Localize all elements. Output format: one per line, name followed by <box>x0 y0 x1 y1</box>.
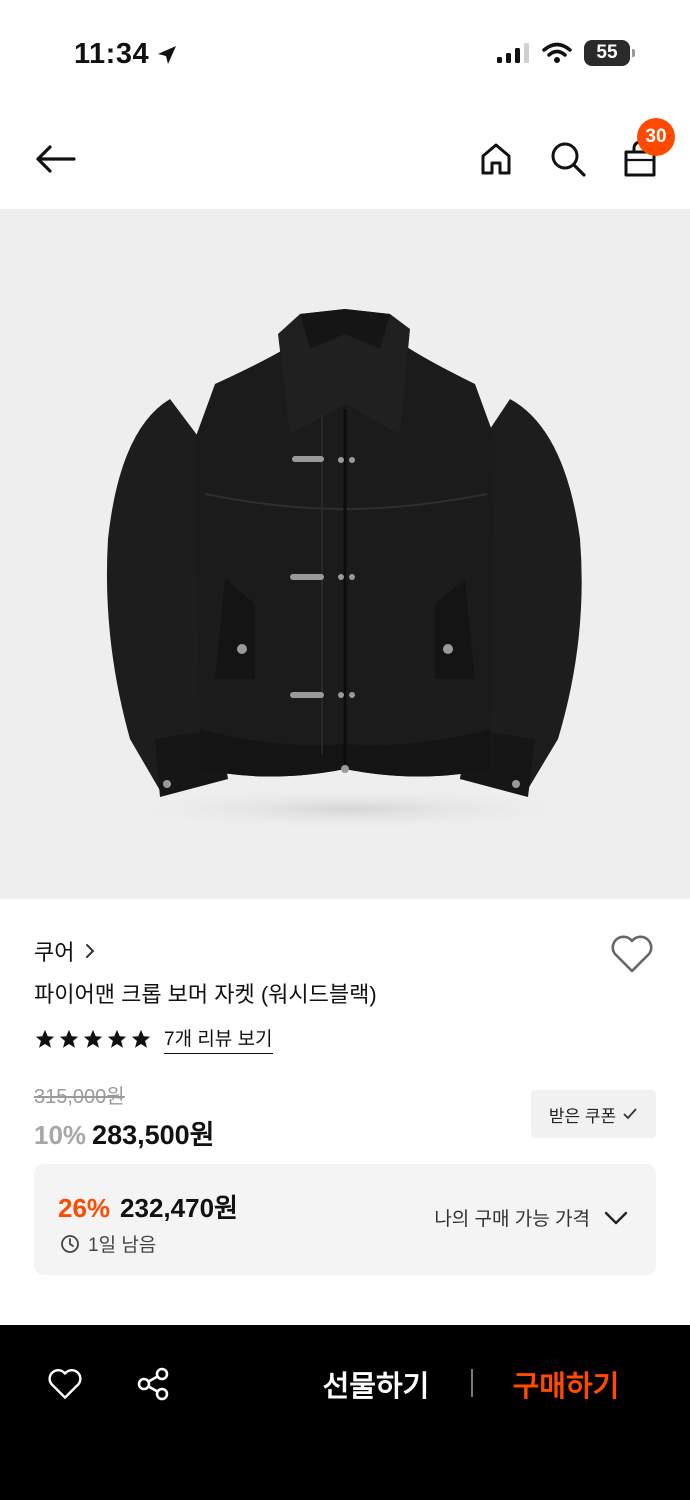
my-price-line: 26% 232,470원 <box>58 1188 238 1225</box>
price-row: 10% 283,500원 <box>34 1113 215 1152</box>
status-bar: 11:34 55 <box>0 0 690 110</box>
review-link[interactable]: 7개 리뷰 보기 <box>164 1024 273 1054</box>
star-icon <box>131 1029 151 1048</box>
brand-name: 쿠어 <box>34 940 75 965</box>
home-icon <box>481 143 511 175</box>
signal-icon <box>497 43 529 63</box>
rating-row: 7개 리뷰 보기 <box>34 1024 273 1054</box>
sale-price: 283,500원 <box>92 1120 215 1150</box>
location-arrow-icon <box>158 45 177 64</box>
coupon-label: 받은 쿠폰 <box>548 1106 617 1126</box>
original-price: 315,000원 <box>34 1086 125 1108</box>
share-icon <box>137 1367 169 1401</box>
chevron-right-icon <box>86 944 95 958</box>
my-price-label-text: 나의 구매 가능 가격 <box>434 1209 590 1230</box>
gift-button[interactable]: 선물하기 <box>310 1361 442 1407</box>
time-text: 11:34 <box>74 38 150 70</box>
product-image[interactable] <box>0 209 690 899</box>
product-title: 파이어맨 크롭 보머 자켓 (워시드블랙) <box>34 982 377 1007</box>
star-icon <box>83 1029 103 1048</box>
star-icon <box>107 1029 127 1048</box>
wishlist-button[interactable] <box>607 930 657 978</box>
bottom-wishlist-button[interactable] <box>42 1361 88 1407</box>
checkmark-icon <box>623 1108 637 1120</box>
status-indicators: 55 <box>496 40 635 66</box>
received-coupon-button[interactable]: 받은 쿠폰 <box>531 1090 656 1138</box>
chevron-down-icon <box>604 1211 628 1224</box>
my-discount-rate: 26% <box>58 1193 111 1223</box>
back-button[interactable] <box>30 136 80 182</box>
home-button[interactable] <box>473 136 519 182</box>
top-nav <box>0 110 690 208</box>
discount-rate: 10% <box>34 1120 87 1150</box>
battery-indicator: 55 <box>584 40 635 66</box>
jacket-illustration <box>106 309 590 831</box>
heart-icon <box>48 1369 82 1399</box>
time-remaining: 1일 남음 <box>60 1230 156 1257</box>
search-icon <box>551 142 586 177</box>
brand-link[interactable]: 쿠어 <box>34 935 96 967</box>
cart-count-badge: 30 <box>637 118 675 156</box>
remaining-text: 1일 남음 <box>88 1235 157 1256</box>
status-time: 11:34 <box>74 38 179 71</box>
back-arrow-icon <box>36 145 76 173</box>
star-icon <box>35 1029 55 1048</box>
buy-button[interactable]: 구매하기 <box>500 1361 632 1407</box>
bottom-action-bar: 선물하기 구매하기 <box>0 1325 690 1500</box>
my-price-toggle[interactable]: 나의 구매 가능 가격 <box>434 1204 628 1231</box>
heart-icon <box>611 935 653 973</box>
clock-icon <box>61 1234 79 1253</box>
my-price-panel[interactable]: 26% 232,470원 1일 남음 나의 구매 가능 가격 <box>34 1164 656 1275</box>
share-button[interactable] <box>130 1361 176 1407</box>
wifi-icon <box>542 42 572 63</box>
bottom-divider <box>471 1369 473 1397</box>
my-price-value: 232,470원 <box>120 1193 238 1223</box>
search-button[interactable] <box>545 136 591 182</box>
star-icon <box>59 1029 79 1048</box>
battery-level: 55 <box>596 42 618 63</box>
rating-stars <box>34 1028 152 1050</box>
